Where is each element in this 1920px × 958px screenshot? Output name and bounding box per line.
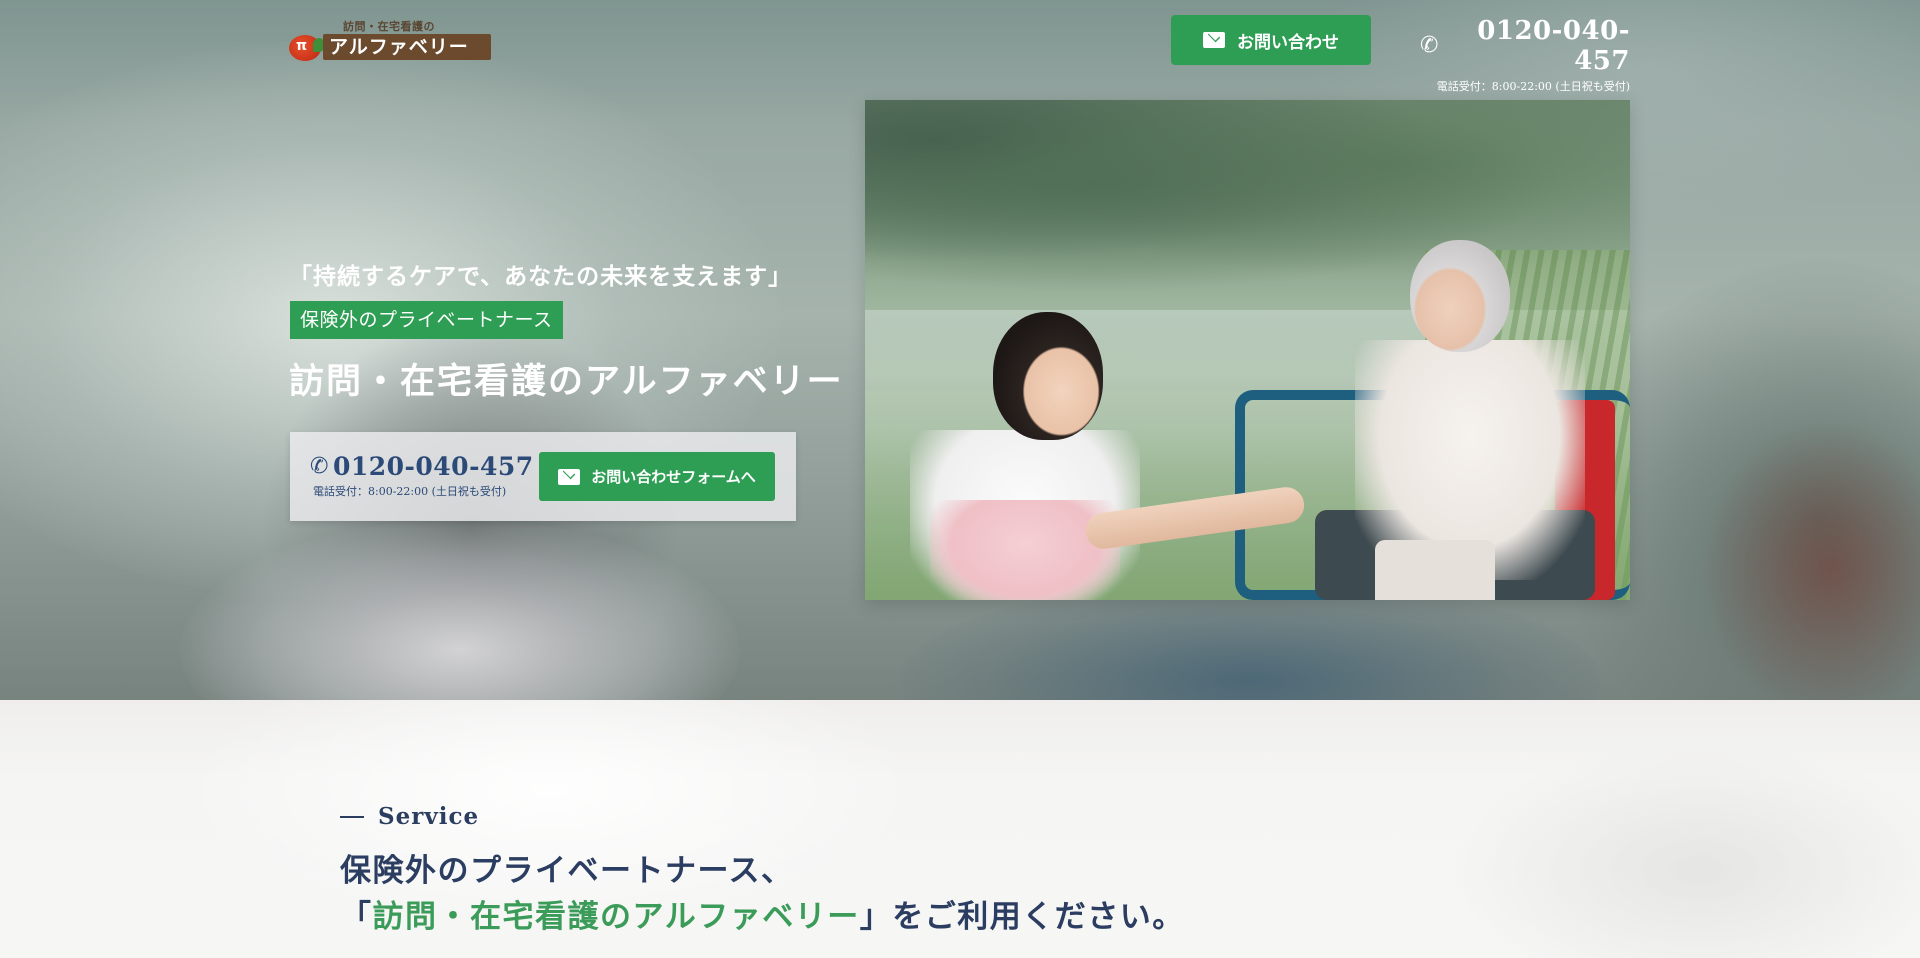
cta-phone-link[interactable]: ✆ 0120-040-457 電話受付：8:00-22:00 (土日祝も受付) [310,452,534,499]
header-contact-label: お問い合わせ [1237,32,1339,53]
contact-form-button[interactable]: お問い合わせフォームへ [539,452,775,501]
header-contact-button[interactable]: お問い合わせ [1171,15,1371,65]
phone-icon: ✆ [1420,33,1439,58]
cta-phone-number: 0120-040-457 [332,452,534,481]
section-label-text: Service [378,803,480,830]
hero-title: 訪問・在宅看護のアルファベリー [289,361,844,402]
cta-phone-hours: 電話受付：8:00-22:00 (土日祝も受付) [313,485,507,498]
header-phone-number: 0120-040-457 [1477,16,1630,76]
service-heading-highlight: 訪問・在宅看護のアルファベリー [372,899,860,935]
hero-photo [865,100,1630,600]
logo-mark-icon: π [289,35,325,61]
service-section: Service 保険外のプライベートナース、 「訪問・在宅看護のアルファベリー」… [0,700,1920,958]
label-dash [340,815,364,818]
logo-name: アルファベリー [323,34,491,60]
header-phone-hours: 電話受付：8:00-22:00 (土日祝も受付) [1436,80,1630,93]
hero-cta-box: ✆ 0120-040-457 電話受付：8:00-22:00 (土日祝も受付) … [290,432,796,521]
contact-form-label: お問い合わせフォームへ [591,468,756,486]
service-heading: 保険外のプライベートナース、 「訪問・在宅看護のアルファベリー」をご利用ください… [340,853,1185,935]
hero-tagline: 「持続するケアで、あなたの未来を支えます」 [289,263,793,290]
header-phone-link[interactable]: ✆ 0120-040-457 電話受付：8:00-22:00 (土日祝も受付) [1420,16,1630,94]
service-heading-line1: 保険外のプライベートナース、 [340,853,794,889]
hero-badge: 保険外のプライベートナース [290,301,563,339]
logo-subtitle: 訪問・在宅看護の [343,20,435,33]
section-label: Service [340,803,479,830]
phone-icon: ✆ [310,454,329,479]
site-logo[interactable]: 訪問・在宅看護の π アルファベリー [289,18,491,62]
mail-icon [1203,32,1225,48]
hero-section: 訪問・在宅看護の π アルファベリー お問い合わせ ✆ 0120-040-457… [0,0,1920,700]
mail-icon [558,468,581,485]
